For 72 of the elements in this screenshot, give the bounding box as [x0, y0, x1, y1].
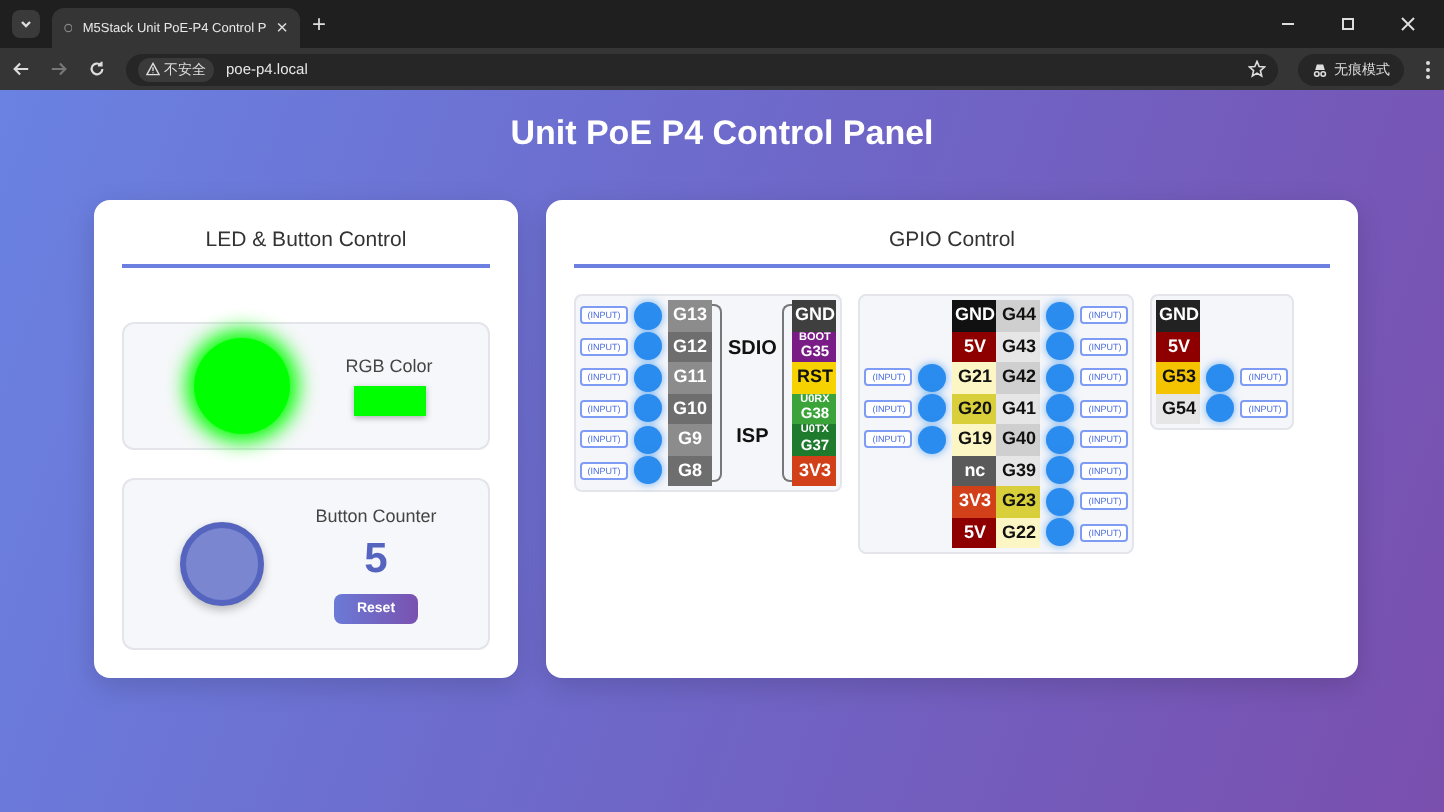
- globe-icon: [64, 20, 73, 36]
- gpio-toggle[interactable]: [918, 363, 947, 392]
- counter-value: 5: [364, 535, 388, 583]
- page-title: Unit PoE P4 Control Panel: [508, 114, 936, 156]
- card-title: LED & Button Control: [122, 228, 490, 268]
- pin-label: G53: [1156, 362, 1201, 393]
- close-tab-button[interactable]: ×: [276, 17, 288, 39]
- pin-label: G9: [668, 424, 712, 455]
- pin-label: GND: [792, 300, 837, 331]
- maximize-icon[interactable]: [1340, 16, 1356, 32]
- gpio-toggle[interactable]: [1046, 456, 1075, 485]
- gpio-toggle[interactable]: [634, 394, 662, 423]
- pin-label: G44: [996, 300, 1041, 331]
- card-title: GPIO Control: [574, 228, 1330, 268]
- pin-label: G41: [996, 393, 1041, 424]
- chevron-icon: [18, 16, 34, 32]
- pin-label: G40: [996, 424, 1041, 455]
- pin-label: G11: [668, 362, 712, 393]
- gpio-toggle[interactable]: [634, 332, 662, 361]
- close-icon[interactable]: [1400, 16, 1416, 32]
- tab-list-button[interactable]: [12, 10, 40, 38]
- pin-label: nc: [952, 455, 997, 486]
- group-label: SDIO: [728, 337, 777, 360]
- gpio-toggle[interactable]: [1206, 394, 1235, 423]
- gpio-toggle[interactable]: [1046, 518, 1075, 547]
- pin-label: G21: [952, 362, 997, 393]
- pin-label: 5V: [952, 331, 997, 362]
- pin-label: G19: [952, 424, 997, 455]
- gpio-toggle[interactable]: [918, 425, 947, 454]
- pin-label: G10: [668, 393, 712, 424]
- gpio-toggle[interactable]: [1046, 363, 1075, 392]
- pin-label: G22: [996, 517, 1041, 548]
- pin-label: RST: [792, 362, 837, 393]
- pin-label: G8: [668, 455, 712, 486]
- pin-label: G20: [952, 393, 997, 424]
- reload-icon[interactable]: [88, 60, 106, 78]
- pin-label: 3V3: [952, 486, 997, 517]
- gpio-toggle[interactable]: [1046, 425, 1075, 454]
- gpio-toggle[interactable]: [1046, 332, 1075, 361]
- gpio-toggle[interactable]: [1046, 394, 1075, 423]
- color-swatch[interactable]: [353, 386, 425, 416]
- round-button[interactable]: [180, 522, 264, 606]
- menu-icon[interactable]: [1424, 59, 1432, 79]
- pin-label: G12: [668, 331, 712, 362]
- pin-label: G43: [996, 331, 1041, 362]
- pin-label: 5V: [1156, 331, 1201, 362]
- gpio-toggle[interactable]: [1046, 301, 1075, 330]
- gpio-toggle[interactable]: [918, 394, 947, 423]
- star-icon[interactable]: [1248, 60, 1266, 78]
- pin-label: G54: [1156, 393, 1201, 424]
- gpio-toggle[interactable]: [634, 456, 662, 485]
- pin-label: G42: [996, 362, 1041, 393]
- pin-label: G23: [996, 486, 1041, 517]
- group-label: ISP: [736, 426, 769, 449]
- pin-label: GND: [952, 300, 997, 331]
- gpio-toggle[interactable]: [1206, 363, 1235, 392]
- rgb-label: RGB Color: [345, 356, 433, 376]
- warning-icon: [146, 62, 160, 76]
- incognito-icon: [1312, 61, 1328, 77]
- pin-label: GND: [1156, 300, 1201, 331]
- gpio-toggle[interactable]: [634, 301, 662, 330]
- pin-label: 5V: [952, 517, 997, 548]
- back-icon[interactable]: [12, 60, 30, 78]
- pin-label: G13: [668, 300, 712, 331]
- pin-label: 3V3: [792, 455, 837, 486]
- gpio-toggle[interactable]: [634, 363, 662, 392]
- pin-label: G39: [996, 455, 1041, 486]
- counter-label: Button Counter: [315, 505, 437, 525]
- forward-icon[interactable]: [50, 60, 68, 78]
- gpio-toggle[interactable]: [634, 425, 662, 454]
- gpio-toggle[interactable]: [1046, 487, 1075, 516]
- new-tab-button[interactable]: +: [312, 10, 327, 38]
